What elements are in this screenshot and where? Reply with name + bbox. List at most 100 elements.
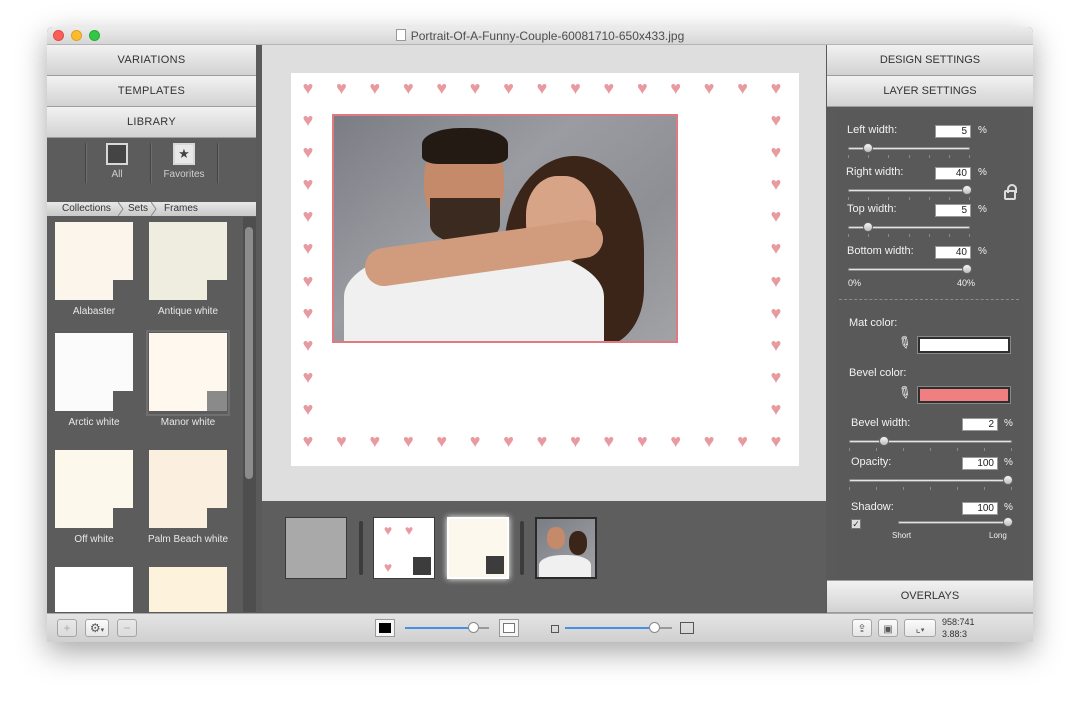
opacity-input[interactable]: 100 (962, 457, 998, 470)
section-design-settings[interactable]: DESIGN SETTINGS (827, 45, 1033, 76)
top-width-label: Top width: (847, 203, 897, 215)
right-width-slider[interactable] (848, 189, 970, 192)
bottom-width-input[interactable]: 40 (935, 246, 971, 259)
breadcrumb-collections[interactable]: Collections (62, 203, 111, 214)
bevel-width-input[interactable]: 2 (962, 418, 998, 431)
share-button[interactable]: ⇪ (852, 619, 872, 637)
left-width-slider-knob[interactable] (863, 143, 873, 153)
crop-ratio-button[interactable]: ⌞▾ (904, 619, 936, 637)
bottom-width-slider[interactable] (848, 268, 970, 271)
heart-icon: ♥ (302, 206, 314, 227)
right-width-input[interactable]: 40 (935, 167, 971, 180)
heart-icon: ♥ (737, 431, 748, 451)
tile-antique-white[interactable]: Antique white (149, 222, 227, 317)
section-library[interactable]: LIBRARY (47, 107, 256, 138)
star-icon: ★ (173, 143, 195, 165)
heart-icon: ♥ (770, 302, 782, 323)
tick-mark (928, 155, 930, 158)
scroll-thumb[interactable] (245, 227, 253, 479)
breadcrumb-sets[interactable]: Sets (128, 203, 148, 214)
white-background-swatch[interactable] (499, 619, 519, 637)
right-width-unit: % (978, 167, 987, 178)
tick-mark (848, 234, 849, 237)
slider-ticks (848, 197, 970, 200)
tile-palm-beach-white[interactable]: Palm Beach white (148, 450, 228, 545)
large-size-icon (680, 622, 694, 634)
tick-mark (876, 448, 877, 451)
tile-manor-white[interactable]: Manor white (146, 330, 230, 428)
tiles-scrollbar[interactable] (243, 217, 256, 612)
gear-menu-button[interactable]: ⚙▾ (85, 619, 109, 637)
layer-thumb-background[interactable] (285, 517, 347, 579)
tile-label: Antique white (157, 306, 219, 317)
breadcrumb: Collections Sets Frames (47, 202, 256, 216)
heart-icon: ♥ (302, 142, 314, 163)
tile-arctic-white[interactable]: Arctic white (55, 333, 133, 428)
heart-icon: ♥ (302, 398, 314, 419)
heart-icon: ♥ (469, 78, 481, 98)
bevel-width-slider-knob[interactable] (879, 436, 889, 446)
black-background-swatch[interactable] (375, 619, 395, 637)
right-width-slider-knob[interactable] (962, 185, 972, 195)
left-width-label: Left width: (847, 124, 898, 136)
size-slider-fill[interactable] (565, 627, 655, 629)
tile-frame[interactable] (55, 567, 133, 612)
lock-layer-button[interactable]: ▣ (878, 619, 898, 637)
tick-mark (930, 448, 931, 451)
photo-layer[interactable] (332, 114, 678, 343)
padlock-icon: ▣ (883, 624, 893, 635)
heart-icon: ♥ (302, 366, 314, 387)
shadow-input[interactable]: 100 (962, 502, 998, 515)
section-layer-settings[interactable]: LAYER SETTINGS (827, 76, 1033, 107)
tick-mark (948, 155, 950, 158)
left-panel: VARIATIONS TEMPLATES LIBRARY All ★ Favor… (47, 45, 256, 612)
right-panel: DESIGN SETTINGS LAYER SETTINGS Left widt… (827, 45, 1033, 613)
heart-icon: ♥ (636, 431, 648, 451)
bevel-color-well[interactable] (917, 386, 1011, 404)
tick-mark (930, 487, 931, 490)
heart-icon: ♥ (302, 302, 314, 323)
artboard[interactable]: ♥ ♥ ♥ ♥ ♥ ♥ ♥ ♥ ♥ ♥ ♥ ♥ ♥ ♥ ♥ ♥ ♥ ♥ ♥ ♥ ♥ ♥ ♥ ♥ ♥ ♥ ♥ ♥ ♥ ♥ ♥ ♥ ♥ ♥ ♥ ♥ ♥ ♥ ♥ ♥… (291, 73, 799, 466)
bottom-width-slider-knob[interactable] (962, 264, 972, 274)
top-width-slider-knob[interactable] (863, 222, 873, 232)
layer-thumb-mat[interactable] (447, 517, 509, 579)
library-toolbar: All ★ Favorites (47, 139, 256, 201)
tile-frame[interactable] (149, 567, 227, 612)
shadow-long-label: Long (989, 531, 1007, 540)
lock-icon[interactable] (1004, 184, 1017, 200)
remove-button[interactable]: − (117, 619, 137, 637)
tile-alabaster[interactable]: Alabaster (55, 222, 133, 317)
photo-content (422, 128, 508, 164)
zoom-slider-knob[interactable] (468, 622, 479, 633)
tile-label: Arctic white (68, 417, 120, 428)
layer-thumb-photo[interactable] (535, 517, 597, 579)
library-favorites-button[interactable]: ★ Favorites (152, 143, 216, 187)
shadow-slider[interactable] (898, 521, 1012, 524)
tick-mark (908, 234, 910, 237)
divider (359, 521, 363, 575)
section-templates[interactable]: TEMPLATES (47, 76, 256, 107)
shadow-checkbox[interactable]: ✓ (851, 519, 861, 529)
top-width-input[interactable]: 5 (935, 204, 971, 217)
eyedropper-icon[interactable]: ✎ (892, 381, 916, 407)
left-width-input[interactable]: 5 (935, 125, 971, 138)
zoom-slider-fill[interactable] (405, 627, 475, 629)
range-min-label: 0% (848, 278, 862, 288)
window-title: Portrait-Of-A-Funny-Couple-60081710-650x… (47, 29, 1033, 43)
eyedropper-icon[interactable]: ✎ (892, 331, 916, 357)
tick-mark (903, 448, 904, 451)
shadow-slider-knob[interactable] (1003, 517, 1013, 527)
tile-off-white[interactable]: Off white (55, 450, 133, 545)
breadcrumb-frames[interactable]: Frames (164, 203, 198, 214)
library-all-button[interactable]: All (85, 143, 149, 187)
layer-thumb-hearts[interactable]: ♥ ♥ ♥ (373, 517, 435, 579)
section-overlays[interactable]: OVERLAYS (827, 580, 1033, 613)
opacity-slider-knob[interactable] (1003, 475, 1013, 485)
add-button[interactable]: + (57, 619, 77, 637)
bevel-width-slider[interactable] (849, 440, 1012, 443)
section-variations[interactable]: VARIATIONS (47, 45, 256, 76)
tick-mark (984, 487, 985, 490)
size-slider-knob[interactable] (649, 622, 660, 633)
opacity-slider[interactable] (849, 479, 1012, 482)
mat-color-well[interactable] (917, 336, 1011, 354)
